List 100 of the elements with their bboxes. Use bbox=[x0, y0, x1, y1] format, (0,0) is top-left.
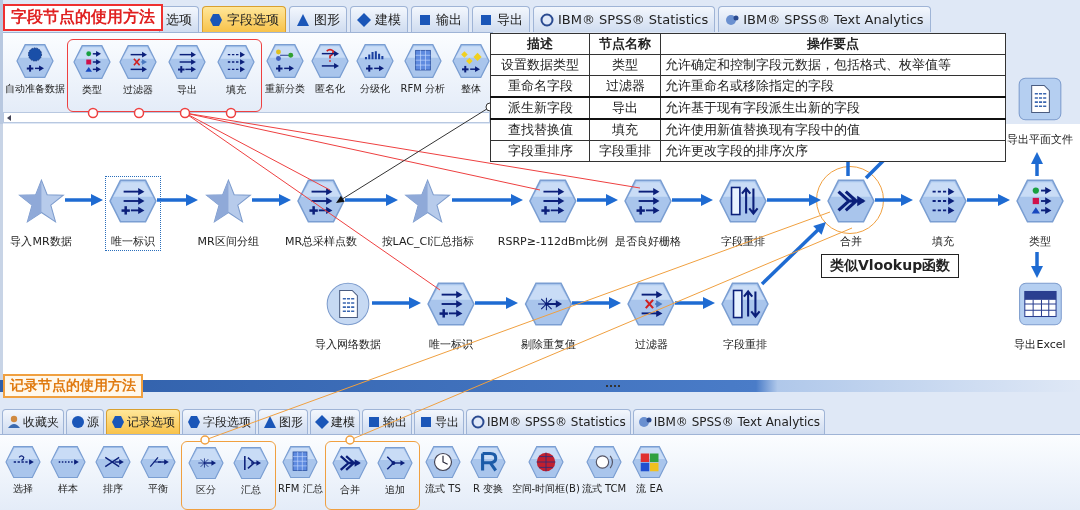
palette-item[interactable]: 填充 bbox=[213, 40, 260, 111]
palette-item[interactable]: 类型 bbox=[69, 40, 116, 111]
person-icon bbox=[7, 415, 21, 429]
tab[interactable]: IBM® SPSS® Statistics bbox=[466, 409, 631, 434]
flow-arrow bbox=[675, 297, 715, 309]
palette-item[interactable]: 分级化 bbox=[352, 39, 398, 112]
palette-item[interactable]: 合并 bbox=[327, 442, 372, 509]
stream-node[interactable]: RSRP≥-112dBm比例 bbox=[495, 177, 611, 250]
palette-item[interactable]: R 变换 bbox=[465, 441, 511, 510]
palette-item[interactable]: 排序 bbox=[90, 441, 135, 510]
column-header: 描述 bbox=[490, 33, 590, 55]
chevron-arrow-icon bbox=[330, 446, 369, 480]
palette-item[interactable]: 自动准备数据 bbox=[5, 39, 66, 112]
stream-node[interactable]: 唯一标识 bbox=[106, 177, 160, 250]
flow-arrow bbox=[452, 194, 523, 206]
palette-item[interactable]: RFM 汇总 bbox=[277, 441, 324, 510]
tab[interactable]: 导出 bbox=[472, 6, 530, 32]
tab[interactable]: 图形 bbox=[289, 6, 347, 32]
flow-arrow bbox=[875, 194, 913, 206]
palette-item[interactable]: 平衡 bbox=[135, 441, 180, 510]
palette-item[interactable]: RFM 分析 bbox=[397, 39, 449, 112]
table-cell: 设置数据类型 bbox=[490, 54, 590, 76]
palette-item[interactable]: 选择 bbox=[0, 441, 45, 510]
triangle-icon bbox=[263, 415, 277, 429]
tab[interactable]: 图形 bbox=[258, 409, 308, 434]
table-cell: 重命名字段 bbox=[490, 75, 590, 97]
stream-node[interactable]: 填充 bbox=[916, 177, 970, 250]
stream-node[interactable]: 导出Excel bbox=[1012, 280, 1068, 353]
flow-arrow bbox=[65, 194, 103, 206]
ring-icon bbox=[471, 415, 485, 429]
palette-item[interactable]: 导出 bbox=[161, 40, 214, 111]
table-cell: 类型 bbox=[589, 54, 661, 76]
square-icon bbox=[479, 12, 493, 27]
table-cell: 查找替换值 bbox=[490, 119, 590, 141]
table-cell: 派生新字段 bbox=[490, 97, 590, 119]
tab[interactable]: 选项 bbox=[159, 6, 199, 32]
tab[interactable]: 字段选项 bbox=[202, 6, 286, 32]
flow-arrow bbox=[572, 297, 621, 309]
star-icon bbox=[16, 178, 66, 224]
stream-node[interactable]: 类型 bbox=[1013, 177, 1067, 250]
tab[interactable]: 导出 bbox=[414, 409, 464, 434]
stream-node[interactable]: 导出平面文件 bbox=[1005, 75, 1075, 148]
stream-node[interactable]: 导入网络数据 bbox=[313, 280, 383, 353]
palette-item[interactable]: 样本 bbox=[45, 441, 90, 510]
stream-node[interactable]: MR总采样点数 bbox=[282, 177, 360, 250]
column-arrows-icon bbox=[720, 281, 770, 327]
column-header: 操作要点 bbox=[660, 33, 1006, 55]
palette-item[interactable]: 流式 TCM bbox=[580, 441, 628, 510]
palette-item[interactable]: 区分 bbox=[183, 442, 229, 509]
flow-arrow bbox=[767, 194, 821, 206]
table-cell: 填充 bbox=[589, 119, 661, 141]
tab[interactable]: 字段选项 bbox=[182, 409, 256, 434]
square-icon bbox=[419, 415, 433, 429]
palette-item[interactable]: 流 EA bbox=[627, 441, 673, 510]
table-cell: 允许确定和控制字段元数据，包括格式、枚举值等 bbox=[660, 54, 1006, 76]
puzzle-icon bbox=[630, 445, 669, 479]
circle-icon bbox=[71, 415, 85, 429]
tab[interactable]: IBM® SPSS® Text Analytics bbox=[632, 409, 826, 434]
stream-node[interactable]: 按LAC_CI汇总指标 bbox=[379, 177, 477, 250]
palette-item[interactable]: 重新分类 bbox=[262, 39, 308, 112]
palette-item[interactable]: 空间-时间框(B) bbox=[510, 441, 581, 510]
hexagon-icon bbox=[209, 12, 223, 27]
palette-item[interactable]: 汇总 bbox=[228, 442, 274, 509]
tab[interactable]: 收藏夹 bbox=[2, 409, 64, 434]
stream-node[interactable]: 合并 bbox=[824, 177, 878, 250]
tab[interactable]: IBM® SPSS® Text Analytics bbox=[718, 6, 931, 32]
palette-item[interactable]: 过滤器 bbox=[115, 40, 162, 111]
table-cell: 允许使用新值替换现有字段中的值 bbox=[660, 119, 1006, 141]
stream-node[interactable]: 剔除重复值 bbox=[518, 280, 578, 353]
palette-item[interactable]: 流式 TS bbox=[420, 441, 466, 510]
tab[interactable]: 输出 bbox=[362, 409, 412, 434]
shapes-arrows-icon bbox=[1015, 178, 1065, 224]
tab[interactable]: 输出 bbox=[411, 6, 469, 32]
stream-node[interactable]: 导入MR数据 bbox=[8, 177, 74, 250]
stream-node[interactable]: 过滤器 bbox=[624, 280, 678, 353]
tab[interactable]: 记录选项 bbox=[106, 409, 180, 434]
table-cell: 字段重排 bbox=[589, 140, 661, 162]
tab[interactable]: 建模 bbox=[310, 409, 360, 434]
splitter-bar[interactable] bbox=[0, 380, 1080, 392]
tab[interactable]: 源 bbox=[66, 409, 104, 434]
flow-arrow bbox=[252, 194, 291, 206]
flow-arrow bbox=[345, 194, 398, 206]
stream-node[interactable]: MR区间分组 bbox=[195, 177, 261, 250]
palette-item[interactable]: 匿名化 bbox=[307, 39, 353, 112]
column-arrows-icon bbox=[718, 178, 768, 224]
star-icon bbox=[203, 178, 253, 224]
shapes-arrows-icon bbox=[72, 44, 113, 80]
histogram-icon bbox=[354, 43, 395, 79]
stream-node[interactable]: 字段重排 bbox=[718, 280, 772, 353]
tab[interactable]: 建模 bbox=[350, 6, 408, 32]
table-cell: 允许基于现有字段派生出新的字段 bbox=[660, 97, 1006, 119]
clock-icon bbox=[424, 445, 462, 479]
flow-arrow bbox=[1031, 252, 1043, 278]
tab[interactable]: IBM® SPSS® Statistics bbox=[533, 6, 716, 32]
diamond-icon bbox=[315, 415, 329, 429]
palette-item[interactable]: 追加 bbox=[372, 442, 417, 509]
stream-node[interactable]: 是否良好栅格 bbox=[613, 177, 683, 250]
globe-icon bbox=[526, 445, 565, 479]
grid-icon bbox=[281, 445, 320, 479]
flow-arrow bbox=[157, 194, 198, 206]
